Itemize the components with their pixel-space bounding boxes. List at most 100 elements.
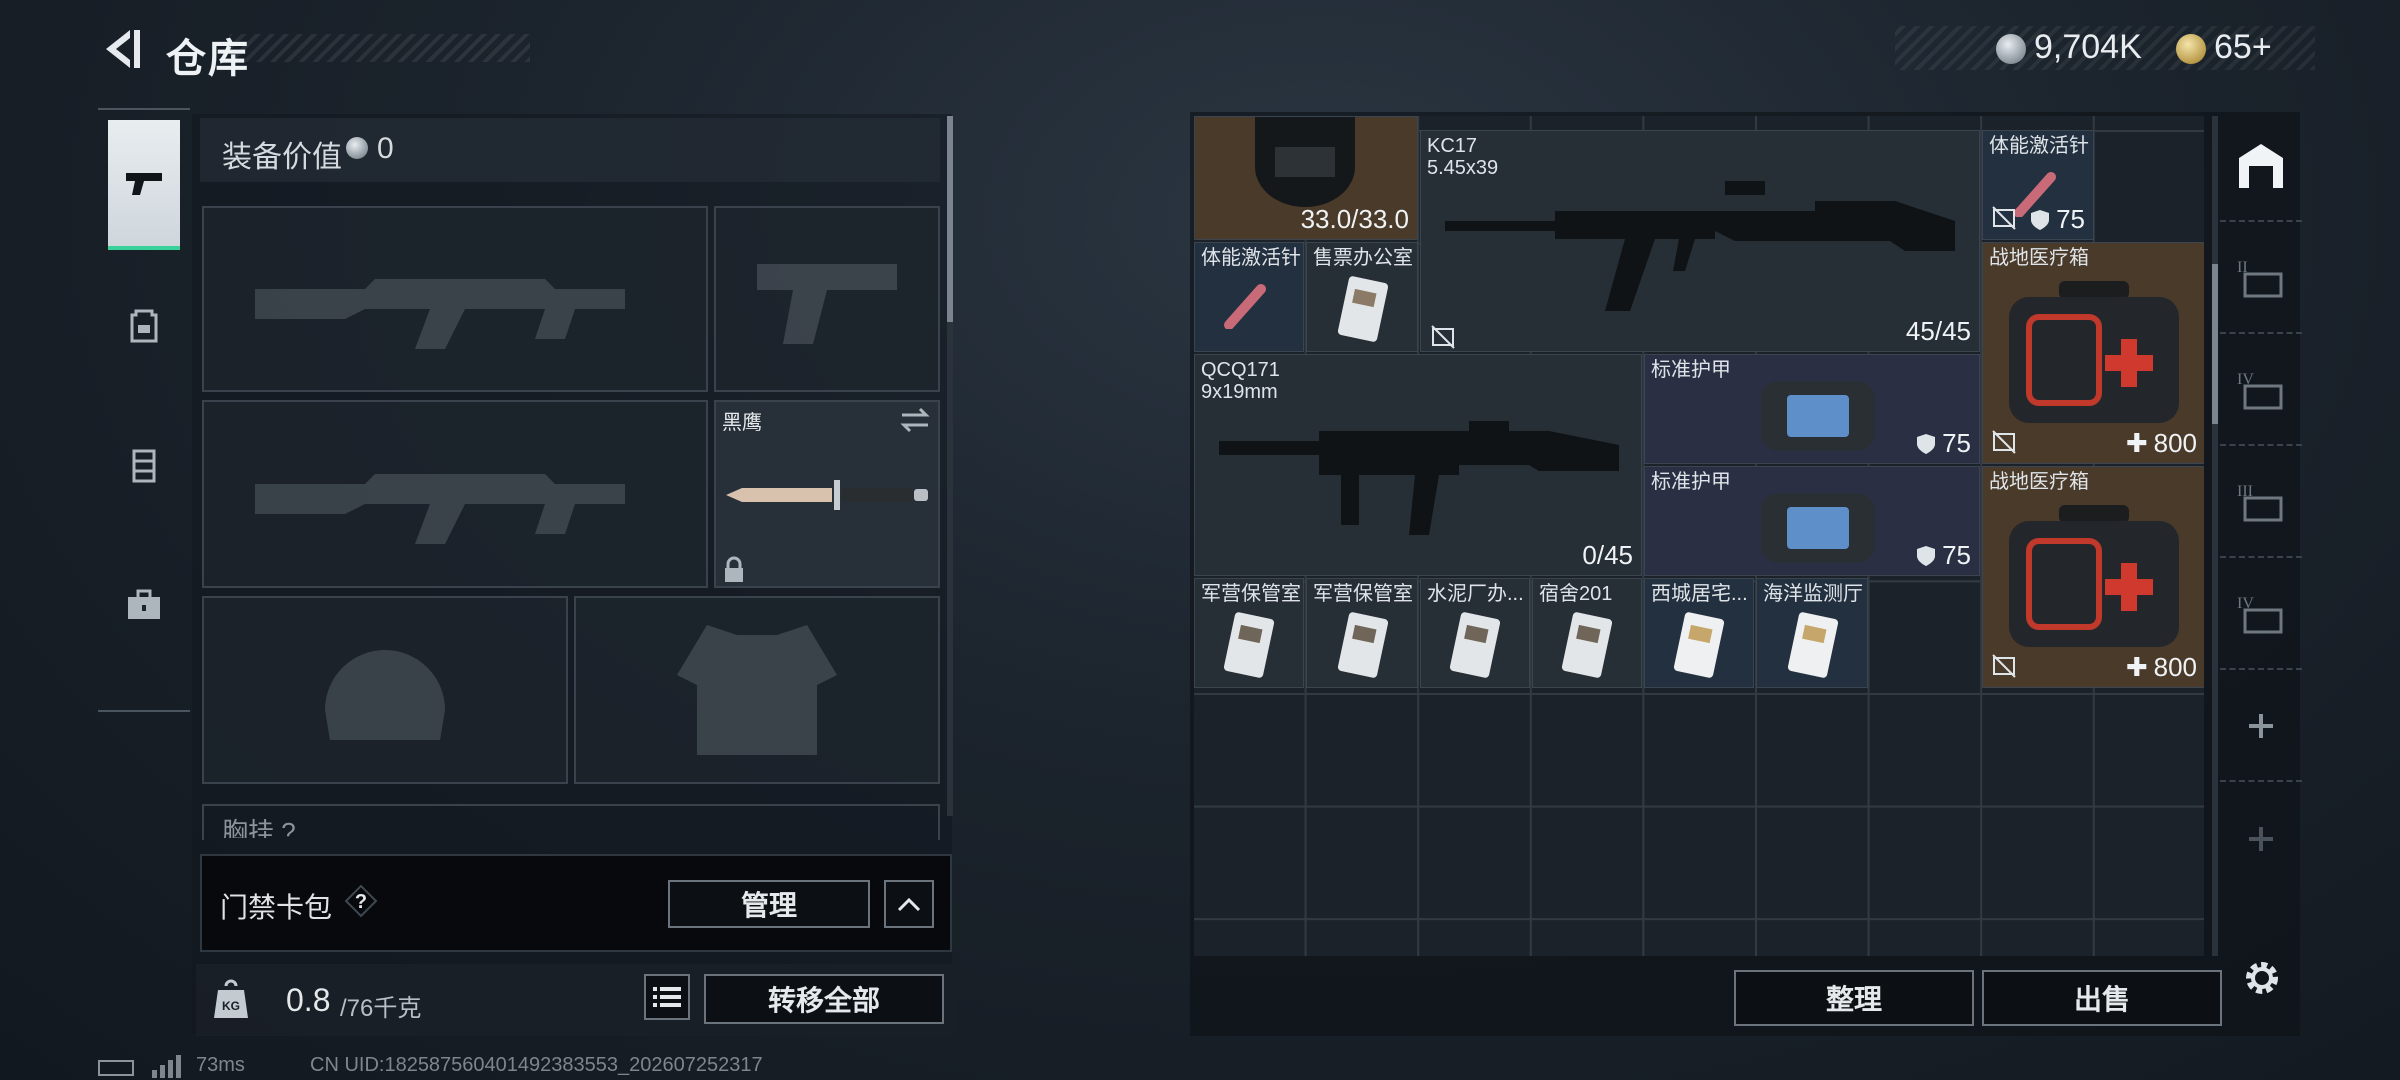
storage-tab-3[interactable]: IV bbox=[2220, 336, 2302, 446]
tab-backpack[interactable] bbox=[108, 260, 180, 390]
item-name: 水泥厂办... bbox=[1427, 583, 1524, 605]
pistol-slot[interactable] bbox=[714, 206, 940, 392]
storage-tab-2[interactable]: II bbox=[2220, 224, 2302, 334]
item-name: 军营保管室 bbox=[1201, 583, 1301, 605]
tab-vest[interactable] bbox=[108, 400, 180, 530]
gear-icon[interactable] bbox=[2240, 956, 2284, 1000]
qcq171-smg-item[interactable]: QCQ171 9x19mm 0/45 bbox=[1194, 354, 1642, 576]
currency-gold[interactable]: 65+ bbox=[2176, 28, 2272, 67]
pistol-silhouette-icon bbox=[757, 264, 897, 344]
item-name: 售票办公室 bbox=[1313, 247, 1413, 269]
keycard-item[interactable]: 售票办公室 bbox=[1306, 242, 1418, 352]
svg-text:KG: KG bbox=[222, 999, 240, 1013]
title-decoration bbox=[230, 34, 530, 62]
item-name: 战地医疗箱 bbox=[1989, 471, 2089, 493]
heal-badge: ✚ 800 bbox=[2126, 652, 2197, 683]
storage-tab-4[interactable]: III bbox=[2220, 448, 2302, 558]
add-storage-tab[interactable] bbox=[2220, 784, 2302, 894]
currency-silver-value: 9,704K bbox=[2034, 28, 2142, 66]
manage-button[interactable]: 管理 bbox=[668, 880, 870, 928]
kc17-rifle-item[interactable]: KC17 5.45x39 45/45 bbox=[1420, 130, 1980, 352]
keycard-icon bbox=[1449, 612, 1501, 678]
rifle-silhouette-icon bbox=[255, 279, 625, 349]
sort-button[interactable]: 整理 bbox=[1734, 970, 1974, 1026]
keycard-item[interactable]: 军营保管室 bbox=[1194, 578, 1304, 688]
armor-item[interactable]: 标准护甲 75 bbox=[1644, 466, 1980, 576]
help-icon[interactable]: ? bbox=[344, 884, 378, 918]
no-sell-icon bbox=[1992, 654, 2016, 678]
rifle-silhouette-icon bbox=[255, 474, 625, 544]
medkit-item[interactable]: 战地医疗箱 ✚ 800 bbox=[1982, 466, 2204, 688]
first-aid-kit-icon bbox=[2009, 505, 2179, 647]
back-arrow-icon[interactable] bbox=[96, 24, 146, 74]
keycard-item[interactable]: 海洋监测厅 bbox=[1756, 578, 1868, 688]
no-sell-icon bbox=[1992, 430, 2016, 454]
expand-button[interactable] bbox=[884, 880, 934, 928]
plus-icon: ✚ bbox=[2125, 428, 2148, 458]
armor-badge: 75 bbox=[2030, 204, 2085, 235]
helmet-item[interactable]: 33.0/33.0 bbox=[1194, 116, 1418, 240]
armor-vest-icon bbox=[1761, 493, 1875, 563]
keycard-icon bbox=[1337, 612, 1389, 678]
primary-weapon-slot-2[interactable] bbox=[202, 400, 708, 588]
equipment-scrollbar-thumb[interactable] bbox=[947, 116, 953, 322]
equipment-value: 0 bbox=[377, 132, 394, 165]
item-name: 战地医疗箱 bbox=[1989, 247, 2089, 269]
weight-current: 0.8 bbox=[286, 982, 331, 1018]
smg-icon bbox=[1219, 421, 1619, 535]
primary-weapon-slot-1[interactable] bbox=[202, 206, 708, 392]
keycard-item[interactable]: 宿舍201 bbox=[1532, 578, 1642, 688]
storage-page-2-icon: II bbox=[2237, 259, 2283, 298]
item-name: 军营保管室 bbox=[1313, 583, 1413, 605]
chest-rig-slot[interactable] bbox=[202, 804, 940, 840]
backpack-icon bbox=[130, 309, 158, 343]
tab-weapons[interactable] bbox=[108, 120, 180, 250]
knife-icon bbox=[726, 480, 928, 510]
warehouse-icon bbox=[2239, 144, 2283, 188]
storage-tab-5[interactable]: IV bbox=[2220, 560, 2302, 670]
item-name: QCQ171 bbox=[1201, 359, 1280, 381]
item-name: 标准护甲 bbox=[1651, 471, 1731, 493]
item-name: 标准护甲 bbox=[1651, 359, 1731, 381]
plus-icon: ✚ bbox=[2125, 652, 2148, 682]
helmet-slot[interactable] bbox=[202, 596, 568, 784]
keycard-wallet-label: 门禁卡包 bbox=[220, 892, 333, 923]
keycard-item[interactable]: 水泥厂办... bbox=[1420, 578, 1530, 688]
storage-tab-all[interactable] bbox=[2220, 112, 2302, 222]
uid-text: CN UID:18258756040149238355​3_2026072523… bbox=[310, 1054, 763, 1076]
currency-silver[interactable]: 9,704K bbox=[1996, 28, 2142, 67]
keycard-item[interactable]: 军营保管室 bbox=[1306, 578, 1418, 688]
armor-value: 75 bbox=[1942, 540, 1971, 570]
shield-icon bbox=[2031, 209, 2050, 230]
heal-value: 800 bbox=[2153, 652, 2197, 682]
svg-text:?: ? bbox=[355, 891, 367, 913]
weight-max: /76千克 bbox=[340, 995, 422, 1022]
storage-scrollbar-thumb[interactable] bbox=[2212, 264, 2218, 424]
item-name: 体能激活针 bbox=[1201, 247, 1301, 269]
swap-icon[interactable] bbox=[898, 406, 932, 434]
currency-gold-value: 65+ bbox=[2214, 28, 2272, 66]
storage-page-3-icon: IV bbox=[2237, 371, 2283, 410]
no-sell-icon bbox=[1431, 325, 1455, 349]
armor-value: 75 bbox=[1942, 428, 1971, 458]
stim-item[interactable]: 体能激活针 75 bbox=[1982, 130, 2094, 240]
add-storage-tab[interactable] bbox=[2220, 672, 2302, 782]
item-name: 宿舍201 bbox=[1539, 583, 1613, 605]
shield-icon bbox=[1917, 545, 1936, 566]
page-title: 仓库 bbox=[166, 37, 250, 81]
gold-coin-icon bbox=[2176, 34, 2206, 65]
list-view-button[interactable] bbox=[644, 974, 690, 1020]
storage-scrollbar[interactable] bbox=[2212, 116, 2218, 956]
transfer-all-button[interactable]: 转移全部 bbox=[704, 974, 944, 1024]
heal-value: 800 bbox=[2153, 428, 2197, 458]
melee-name: 黑鹰 bbox=[722, 412, 762, 434]
ping-text: 73ms bbox=[196, 1054, 245, 1076]
keycard-item[interactable]: 西城居宅... bbox=[1644, 578, 1754, 688]
keycard-icon bbox=[1787, 612, 1839, 678]
tab-case[interactable] bbox=[108, 540, 180, 670]
sell-button[interactable]: 出售 bbox=[1982, 970, 2222, 1026]
stim-item[interactable]: 体能激活针 bbox=[1194, 242, 1304, 352]
medkit-item[interactable]: 战地医疗箱 ✚ 800 bbox=[1982, 242, 2204, 464]
armor-item[interactable]: 标准护甲 75 bbox=[1644, 354, 1980, 464]
armor-slot[interactable] bbox=[574, 596, 940, 784]
